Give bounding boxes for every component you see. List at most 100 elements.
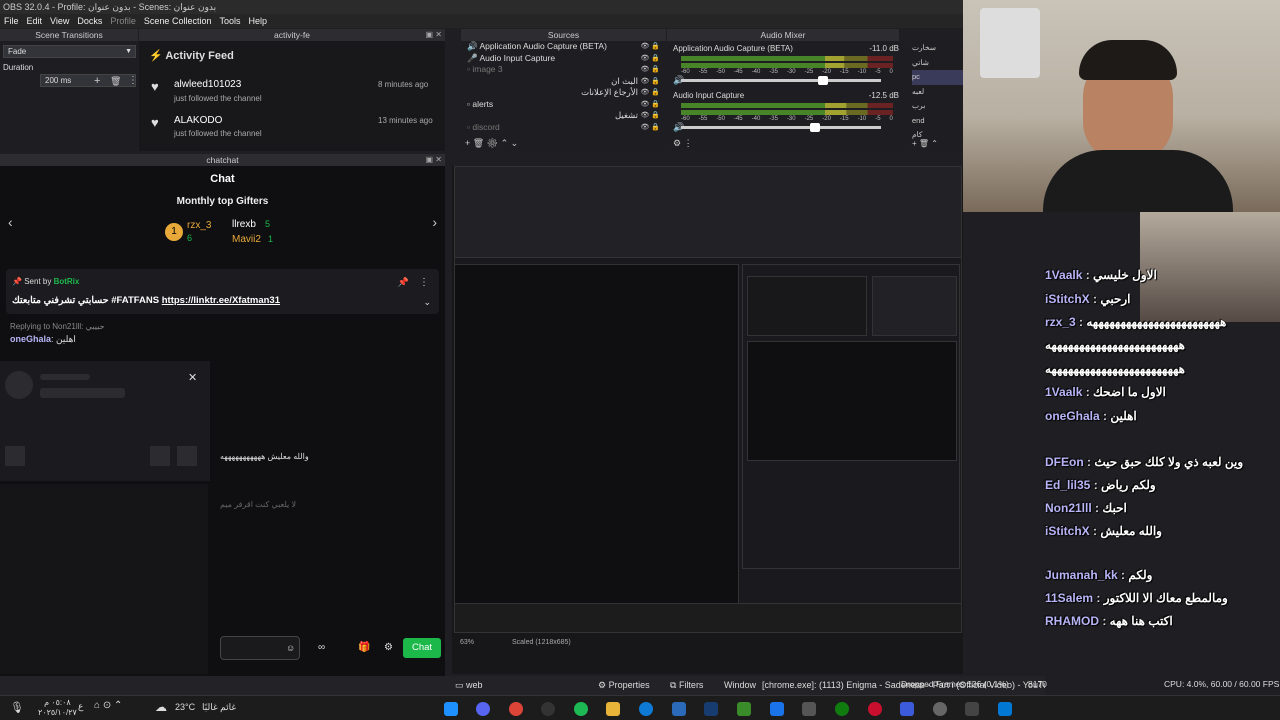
- activity-feed-panel: ⚡ Activity Feed ♥ alwleed101023 just fol…: [139, 41, 445, 151]
- gifter-name[interactable]: llrexb: [232, 219, 256, 230]
- scene-item[interactable]: pc: [912, 70, 963, 85]
- source-item[interactable]: ▫ discord 👁 🔒: [461, 122, 666, 134]
- scene-item[interactable]: شاتي: [912, 56, 963, 71]
- menu-help[interactable]: Help: [248, 14, 267, 28]
- mixer-settings-icon[interactable]: ⚙ ⋮: [673, 138, 693, 149]
- source-item[interactable]: 🎤 Audio Input Capture 👁 🔒: [461, 53, 666, 65]
- menu-file[interactable]: File: [4, 14, 19, 28]
- scene-item[interactable]: برب: [912, 99, 963, 114]
- overlay-chat-text: ههههههههههههههههههههههههه: [1045, 338, 1185, 352]
- sources-toolbar[interactable]: + 🗑 ⚙ ⌃ ⌄: [465, 138, 518, 149]
- user-card-popup: ✕: [0, 361, 210, 481]
- app-icon[interactable]: [672, 702, 686, 716]
- volume-slider[interactable]: [667, 75, 907, 85]
- steam-icon[interactable]: [444, 702, 458, 716]
- trash-icon[interactable]: 🗑: [110, 76, 121, 87]
- chrome-icon[interactable]: [509, 702, 523, 716]
- xbox-icon[interactable]: [835, 702, 849, 716]
- overlay-chat-text: الاول ما اضحك: [1093, 385, 1166, 399]
- chat-title: Chat: [210, 173, 235, 185]
- start-icon[interactable]: [998, 702, 1012, 716]
- folder-icon[interactable]: [606, 702, 620, 716]
- heart-icon: ♥: [151, 79, 159, 94]
- activity-user[interactable]: ALAKODO: [174, 115, 222, 126]
- emoji-icon[interactable]: ☺: [286, 643, 295, 653]
- gifter-name[interactable]: Mavii2: [232, 234, 261, 245]
- gear-icon[interactable]: ⚙: [384, 642, 393, 653]
- volume-slider[interactable]: [667, 122, 907, 132]
- clock[interactable]: ٠٥:٠٨ م ٢٠٢٥/١٠/٢٧: [38, 698, 77, 718]
- overlay-chat-text: ههههههههههههههههههههههههه: [1045, 362, 1185, 376]
- scene-item[interactable]: لعبه: [912, 85, 963, 100]
- sources-header: Sources: [461, 29, 666, 41]
- activity-feed-title: ⚡ Activity Feed: [149, 50, 234, 62]
- menu-edit[interactable]: Edit: [27, 14, 43, 28]
- zoom-readout: 63%: [460, 639, 475, 646]
- chat-message: oneGhala: اهلين: [10, 334, 76, 344]
- transition-select[interactable]: Fade ▼: [3, 45, 136, 58]
- source-item[interactable]: البث ان 👁 🔒: [461, 76, 666, 88]
- gifter-name[interactable]: rzx_3: [187, 220, 211, 231]
- chat-send-button[interactable]: Chat: [403, 638, 441, 658]
- overlay-chat-line: 11Salem : ومالمطع معاك الا اللاكتور: [1045, 591, 1228, 605]
- chevron-down-icon[interactable]: ⌄: [423, 297, 431, 308]
- overlay-chat-user: RHAMOD: [1045, 614, 1099, 628]
- infinity-icon[interactable]: ∞: [318, 642, 325, 653]
- mic-icon[interactable]: 🎙: [10, 701, 24, 714]
- more-icon[interactable]: ⋮: [128, 75, 138, 86]
- prev-arrow-icon[interactable]: ‹: [8, 214, 13, 230]
- preview-canvas[interactable]: 63% Scaled (1218x685): [452, 166, 963, 674]
- app-icon[interactable]: [965, 702, 979, 716]
- app-icon[interactable]: [900, 702, 914, 716]
- activity-time: 13 minutes ago: [378, 116, 433, 125]
- menu-profile[interactable]: Profile: [110, 14, 136, 28]
- app-icon[interactable]: [802, 702, 816, 716]
- filters-button[interactable]: ⧉ Filters: [670, 676, 703, 695]
- menu-view[interactable]: View: [50, 14, 69, 28]
- next-arrow-icon[interactable]: ›: [432, 214, 437, 230]
- menu-scene-collection[interactable]: Scene Collection: [144, 14, 212, 28]
- scenes-toolbar[interactable]: + 🗑 ⌃: [912, 139, 938, 148]
- overlay-chat-user: rzx_3: [1045, 315, 1076, 329]
- scene-item[interactable]: سخارت: [912, 41, 963, 56]
- spotify-icon[interactable]: [574, 702, 588, 716]
- overlay-chat-text: ومالمطع معاك الا اللاكتور: [1103, 591, 1228, 605]
- menu-tools[interactable]: Tools: [219, 14, 240, 28]
- activity-user[interactable]: alwleed101023: [174, 79, 241, 90]
- pinned-sender-row: 📌 Sent by BotRix: [12, 277, 80, 286]
- language-indicator[interactable]: ع: [78, 701, 83, 712]
- weather-text: غائم غالبًا: [202, 702, 237, 712]
- more-icon[interactable]: ⋮: [419, 277, 429, 288]
- steam-icon[interactable]: [704, 702, 718, 716]
- properties-button[interactable]: ⚙ Properties: [598, 676, 650, 695]
- source-item[interactable]: 🔊 Application Audio Capture (BETA) 👁 🔒: [461, 41, 666, 53]
- edge-icon[interactable]: [639, 702, 653, 716]
- menu-docks[interactable]: Docks: [77, 14, 102, 28]
- close-icon[interactable]: ✕: [188, 371, 197, 384]
- add-transition-button[interactable]: +: [94, 75, 100, 87]
- source-item[interactable]: الأرجاع الإعلانات 👁 🔒: [461, 87, 666, 99]
- app-icon[interactable]: [770, 702, 784, 716]
- gift-icon[interactable]: 🎁: [358, 642, 370, 653]
- pinned-message: 📌 Sent by BotRix حسابتي تشرفني متابعتك #…: [6, 269, 439, 314]
- tray-icons[interactable]: ⌂ ⊙ ⌃: [94, 700, 122, 711]
- obs-icon[interactable]: [541, 702, 555, 716]
- gifter-count: 6: [187, 233, 193, 243]
- chat-message: والله معليش هههههههههههه: [220, 452, 309, 461]
- source-item[interactable]: ▫ alerts 👁 🔒: [461, 99, 666, 111]
- discord-icon[interactable]: [476, 702, 490, 716]
- minecraft-icon[interactable]: [737, 702, 751, 716]
- settings-icon[interactable]: [933, 702, 947, 716]
- scene-item[interactable]: end: [912, 114, 963, 129]
- overlay-chat-line: DFEon : وين لعبه ذي ولا كلك حبق حيث: [1045, 455, 1244, 469]
- duration-input[interactable]: 200 ms: [40, 74, 136, 87]
- overlay-chat-line: oneGhala : اهلين: [1045, 409, 1137, 423]
- pin-icon[interactable]: 📌: [398, 277, 409, 288]
- web-label: ▭ web: [455, 680, 483, 690]
- source-item[interactable]: تشغيل 👁 🔒: [461, 110, 666, 122]
- chat-message: لا يلعبي كنت اقرفر ميم: [220, 500, 297, 509]
- overlay-chat-user: 1Vaalk: [1045, 385, 1083, 399]
- app-icon[interactable]: [868, 702, 882, 716]
- gifter-count: 5: [265, 219, 271, 229]
- source-item[interactable]: ▫ image 3 👁 🔒: [461, 64, 666, 76]
